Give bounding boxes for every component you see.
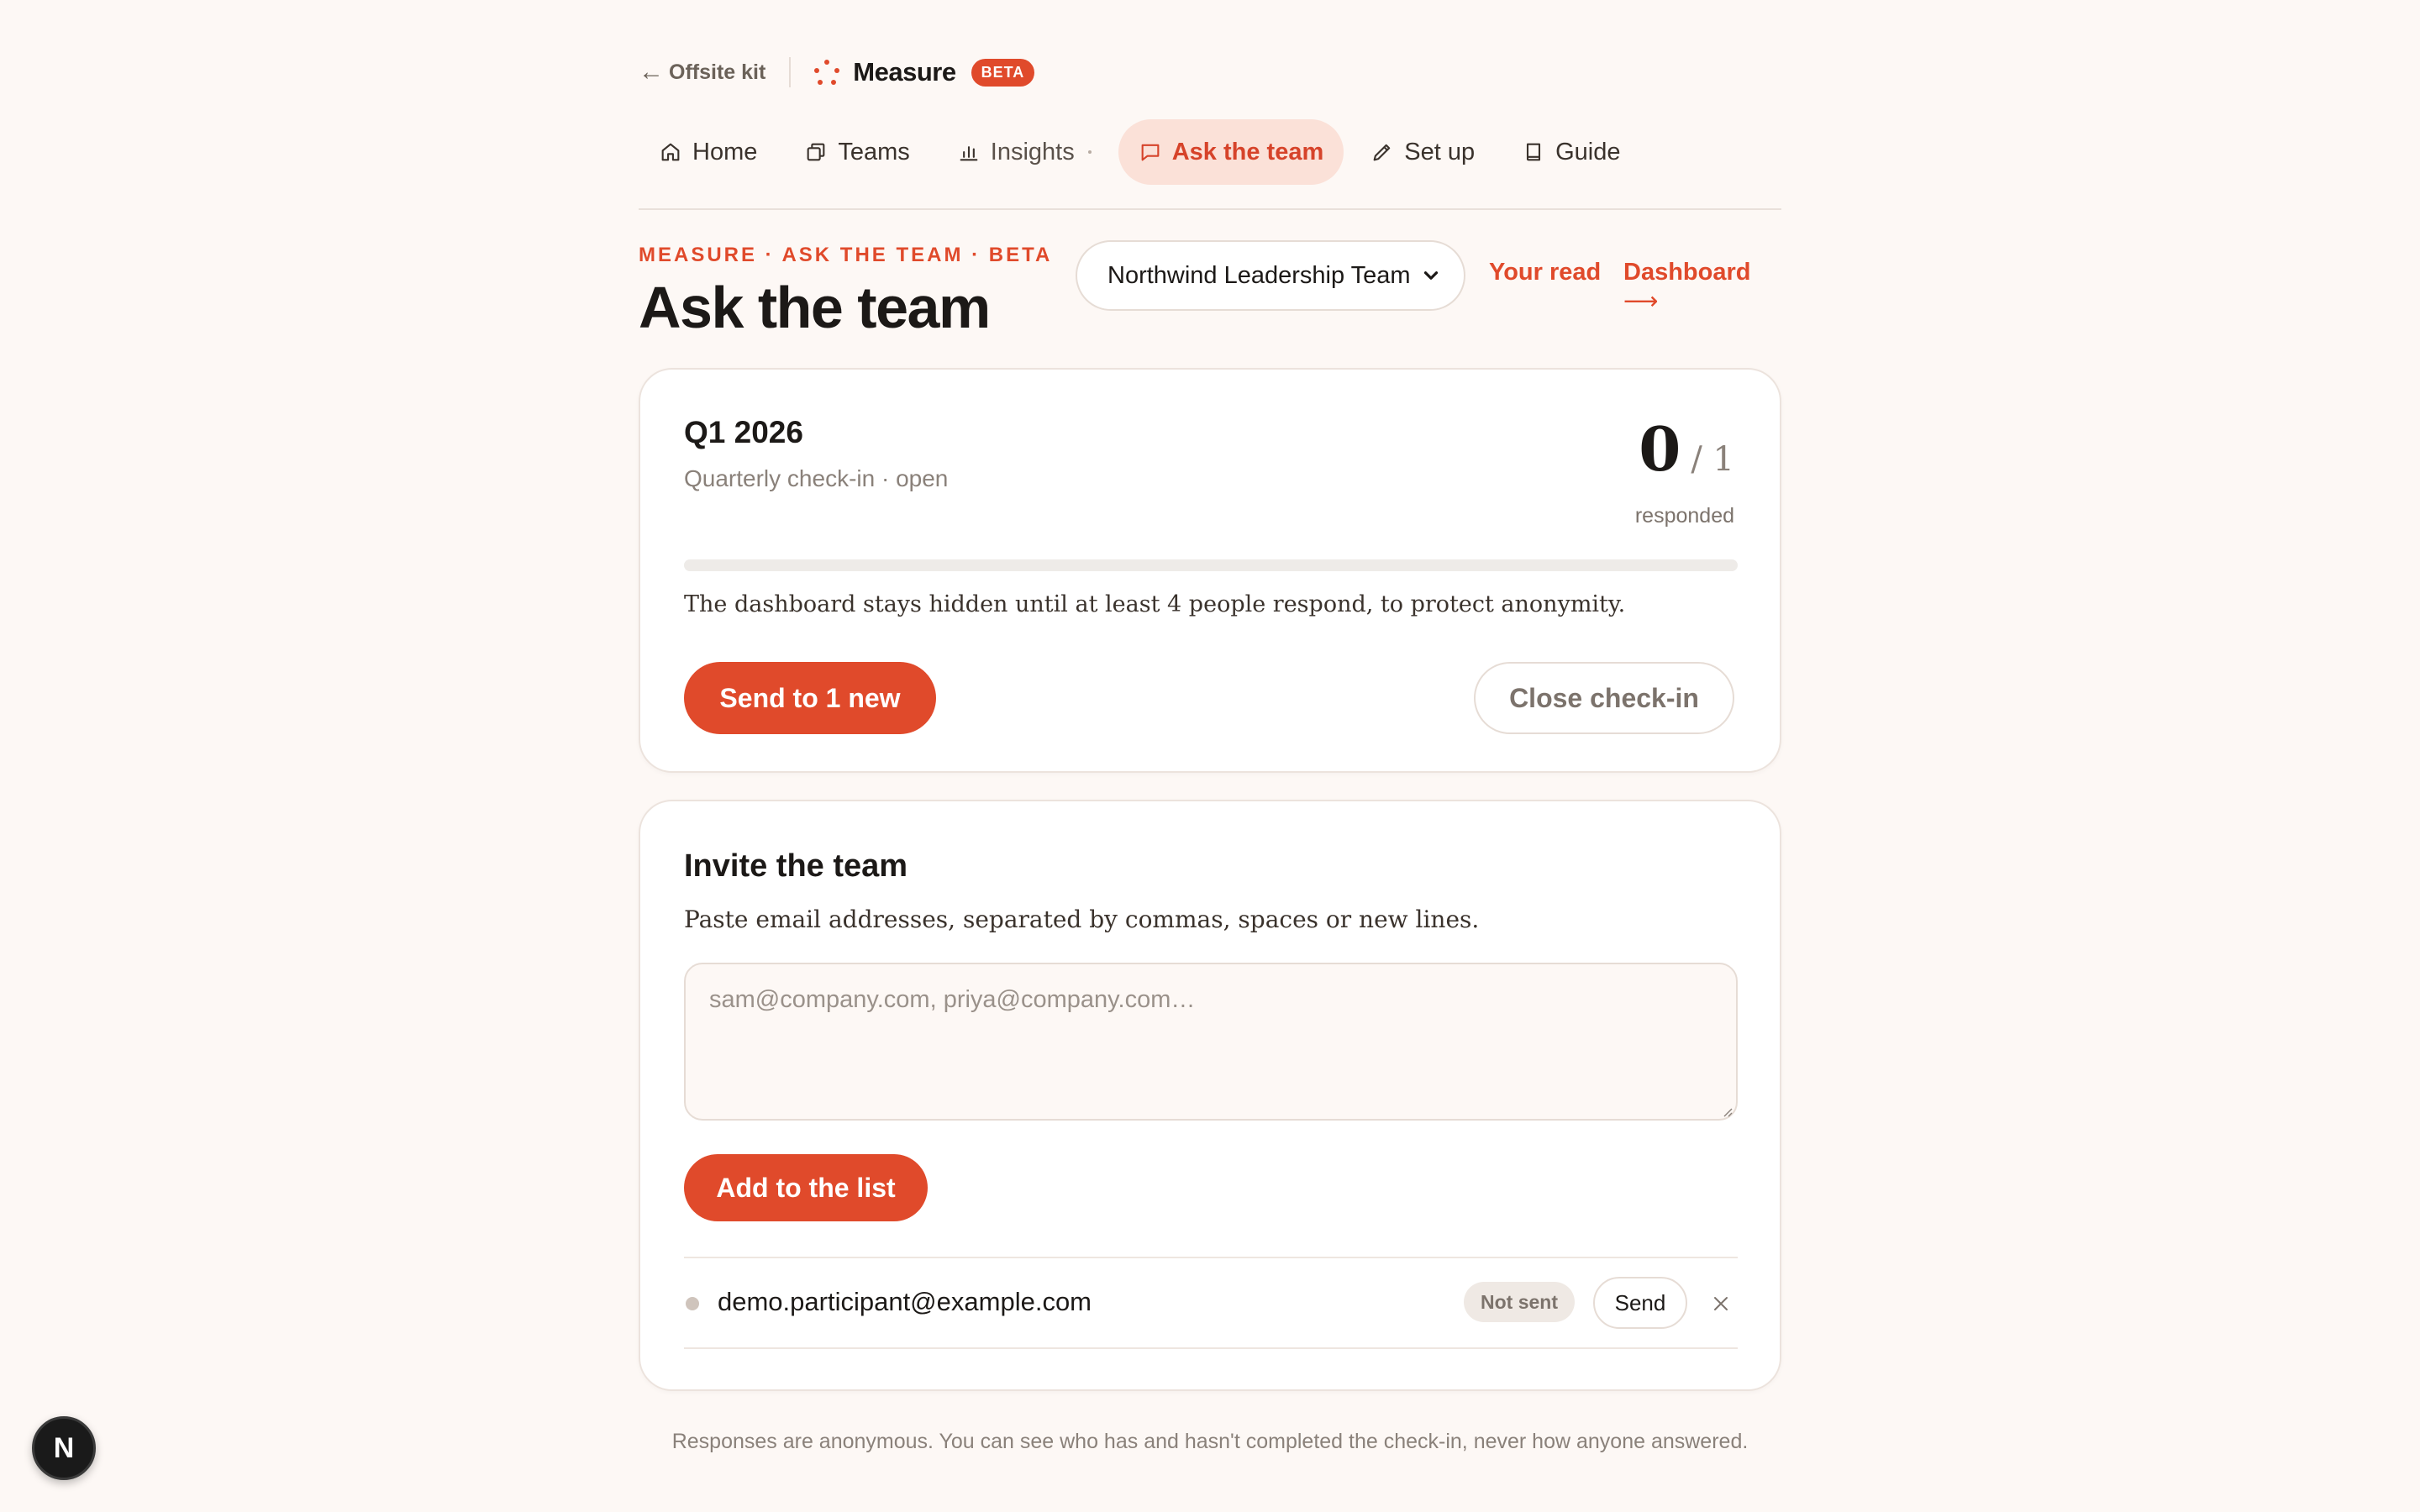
nav-set-up[interactable]: Set up	[1350, 119, 1495, 185]
nav-ask-the-team-label: Ask the team	[1171, 138, 1324, 165]
nav-guide-label: Guide	[1555, 138, 1621, 165]
nav-teams[interactable]: Teams	[784, 119, 929, 185]
nav-set-up-label: Set up	[1404, 138, 1476, 165]
response-progress-bar	[684, 559, 1738, 571]
home-icon	[661, 143, 680, 161]
chevron-down-icon	[1423, 271, 1439, 280]
nav-home-label: Home	[692, 138, 758, 165]
invitee-email: demo.participant@example.com	[718, 1287, 1092, 1316]
copy-icon	[807, 143, 825, 161]
total-count: / 1	[1691, 440, 1734, 479]
checkin-period: Q1 2026	[684, 415, 803, 449]
nav-home[interactable]: Home	[639, 119, 777, 185]
checkin-status: Quarterly check-in · open	[684, 465, 949, 491]
response-count: 0 / 1	[1639, 413, 1734, 485]
nav-guide[interactable]: Guide	[1502, 119, 1640, 185]
close-icon[interactable]	[1711, 1294, 1731, 1314]
insights-indicator-dot	[1087, 150, 1092, 154]
your-read-link[interactable]: Your read	[1489, 259, 1601, 286]
eyebrow: MEASURE · ASK THE TEAM · BETA	[639, 244, 1053, 266]
add-to-list-button[interactable]: Add to the list	[684, 1154, 928, 1221]
checkin-card: Q1 2026 Quarterly check-in · open 0 / 1 …	[639, 368, 1781, 773]
invite-card: Invite the team Paste email addresses, s…	[639, 800, 1781, 1391]
bar-chart-icon	[960, 146, 978, 161]
main-nav: Home Teams Insights Ask the team Set up …	[639, 119, 1647, 185]
arrow-left-icon: ←	[639, 58, 664, 86]
nav-insights-label: Insights	[990, 138, 1075, 165]
dev-tools-badge[interactable]: N	[32, 1416, 96, 1480]
topbar-divider	[789, 57, 792, 87]
team-select[interactable]: Northwind Leadership Team	[1076, 240, 1465, 311]
measure-logo-icon	[813, 58, 841, 87]
status-dot	[686, 1297, 699, 1310]
page-title: Ask the team	[639, 275, 991, 340]
send-to-new-button[interactable]: Send to 1 new	[684, 662, 936, 734]
brand-name: Measure	[853, 57, 956, 87]
beta-badge: BETA	[971, 58, 1035, 87]
dashboard-link[interactable]: Dashboard ⟶	[1623, 259, 1781, 316]
topbar: ← Offsite kit Measure BETA	[639, 55, 1035, 89]
nav-divider	[639, 208, 1781, 210]
nav-insights[interactable]: Insights	[937, 119, 1112, 185]
responded-count: 0	[1639, 413, 1681, 485]
nav-teams-label: Teams	[838, 138, 910, 165]
resize-handle-icon[interactable]	[1721, 1105, 1733, 1117]
email-input[interactable]	[684, 963, 1738, 1121]
brand[interactable]: Measure BETA	[813, 57, 1035, 87]
dashboard-link-label: Dashboard	[1623, 259, 1751, 286]
back-link-label: Offsite kit	[669, 60, 766, 84]
back-link[interactable]: ← Offsite kit	[639, 58, 765, 87]
book-icon	[1527, 143, 1541, 161]
team-select-value: Northwind Leadership Team	[1107, 261, 1411, 289]
arrow-right-icon: ⟶	[1623, 288, 1659, 315]
status-badge: Not sent	[1464, 1282, 1575, 1322]
close-checkin-button[interactable]: Close check-in	[1474, 662, 1734, 734]
list-divider-top	[684, 1257, 1738, 1258]
send-invite-button[interactable]: Send	[1593, 1277, 1687, 1329]
chat-icon	[1141, 144, 1160, 161]
invite-title: Invite the team	[684, 848, 908, 884]
responded-label: responded	[1634, 504, 1734, 528]
anonymity-notice: The dashboard stays hidden until at leas…	[684, 591, 1626, 617]
anonymity-footnote: Responses are anonymous. You can see who…	[671, 1430, 1749, 1453]
nav-ask-the-team[interactable]: Ask the team	[1118, 119, 1344, 185]
list-divider-bottom	[684, 1347, 1738, 1349]
invite-instructions: Paste email addresses, separated by comm…	[684, 906, 1480, 933]
pencil-icon	[1373, 144, 1391, 161]
